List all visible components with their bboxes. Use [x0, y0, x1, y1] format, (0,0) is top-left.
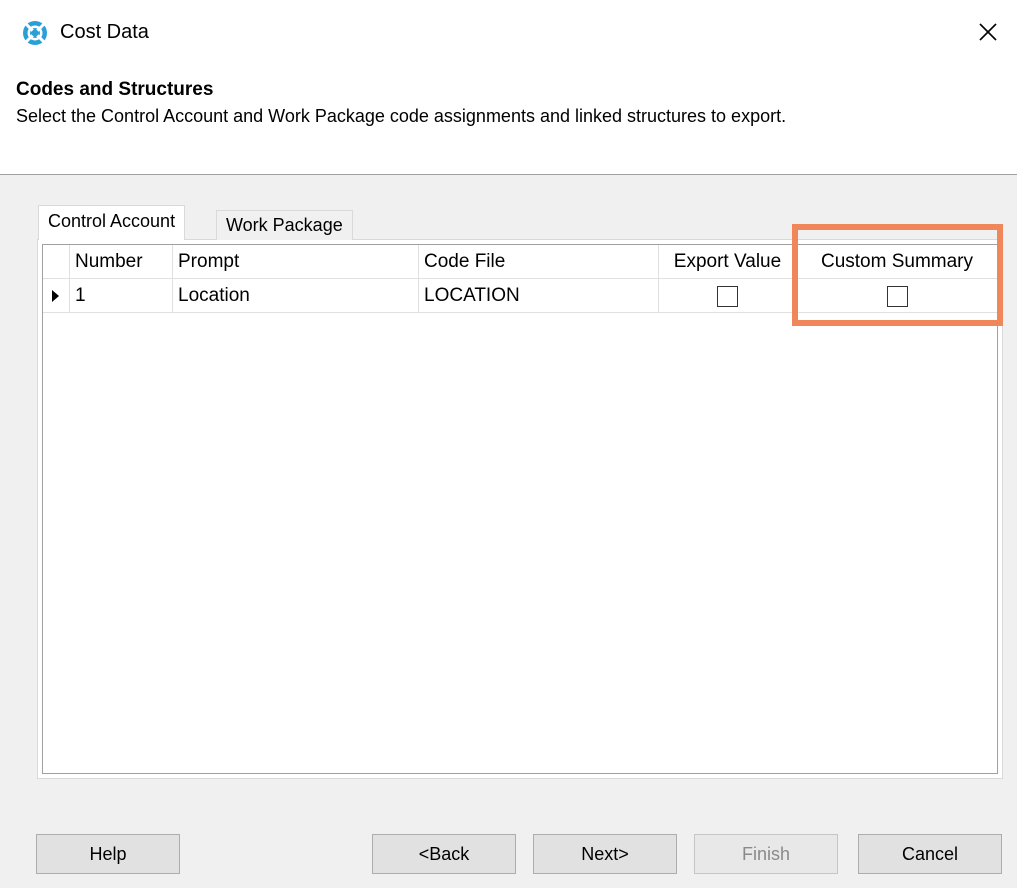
tab-work-package[interactable]: Work Package — [216, 210, 353, 240]
grid-header: Number Prompt Code File Export Value Cus… — [43, 245, 997, 279]
wizard-content: Control Account Work Package Number Prom… — [0, 174, 1017, 888]
column-header-custom-summary[interactable]: Custom Summary — [797, 245, 997, 279]
cell-number[interactable]: 1 — [70, 279, 173, 313]
current-row-arrow-icon — [52, 290, 59, 302]
close-icon — [979, 23, 997, 41]
cell-code-file[interactable]: LOCATION — [419, 279, 659, 313]
column-header-prompt[interactable]: Prompt — [173, 245, 419, 279]
title-bar: Cost Data — [0, 0, 1017, 64]
help-button[interactable]: Help — [36, 834, 180, 874]
cell-prompt[interactable]: Location — [173, 279, 419, 313]
back-button[interactable]: <Back — [372, 834, 516, 874]
column-header-number[interactable]: Number — [70, 245, 173, 279]
cancel-button[interactable]: Cancel — [858, 834, 1002, 874]
codes-grid[interactable]: Number Prompt Code File Export Value Cus… — [42, 244, 998, 774]
custom-summary-checkbox[interactable] — [887, 286, 908, 307]
tab-control-account[interactable]: Control Account — [38, 205, 186, 240]
wizard-header: Codes and Structures Select the Control … — [0, 64, 1017, 174]
column-header-export-value[interactable]: Export Value — [659, 245, 797, 279]
finish-button[interactable]: Finish — [694, 834, 838, 874]
tab-panel: Number Prompt Code File Export Value Cus… — [37, 239, 1003, 779]
page-description: Select the Control Account and Work Pack… — [16, 106, 787, 126]
row-selector[interactable] — [43, 279, 70, 313]
cell-custom-summary — [797, 279, 997, 313]
export-value-checkbox[interactable] — [717, 286, 738, 307]
close-button[interactable] — [970, 14, 1006, 50]
next-button[interactable]: Next> — [533, 834, 677, 874]
cell-export-value — [659, 279, 797, 313]
app-logo-icon — [23, 21, 47, 45]
column-header-code-file[interactable]: Code File — [419, 245, 659, 279]
row-selector-header — [43, 245, 70, 279]
table-row[interactable]: 1 Location LOCATION — [43, 279, 997, 313]
page-title: Codes and Structures — [16, 79, 214, 100]
window-title: Cost Data — [60, 21, 149, 43]
